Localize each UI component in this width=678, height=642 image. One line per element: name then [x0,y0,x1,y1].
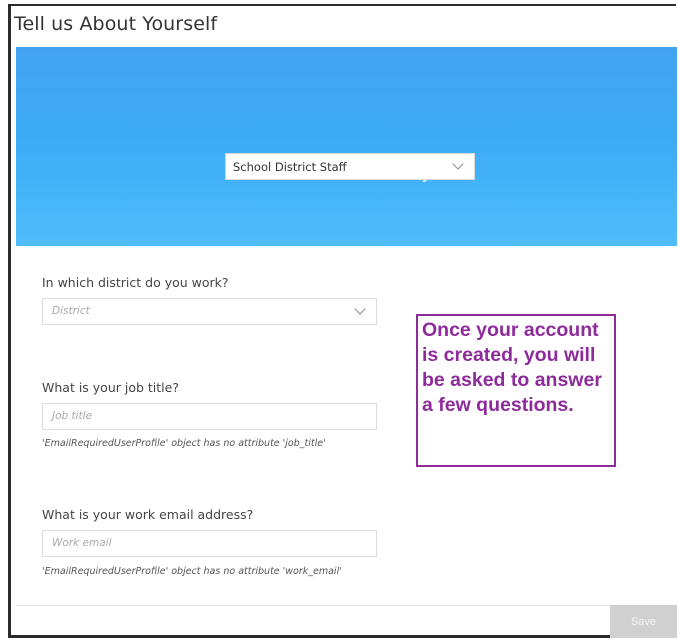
chevron-down-icon [354,303,366,315]
job-title-error: 'EmailRequiredUserProfile' object has no… [42,438,326,449]
info-callout: Once your account is created, you will b… [416,314,616,467]
chevron-down-icon [452,158,464,170]
work-email-placeholder: Work email [52,537,112,549]
work-email-input[interactable]: Work email [42,530,377,557]
job-title-input[interactable]: Job title [42,403,377,430]
role-select[interactable]: School District Staff [225,153,475,180]
save-button[interactable]: Save [610,605,677,638]
work-email-label: What is your work email address? [42,507,254,522]
role-select-value: School District Staff [233,160,347,174]
hero-banner: Which best describes you? School Distric… [16,47,677,246]
footer-divider [16,605,610,606]
district-placeholder: District [52,305,90,317]
district-label: In which district do you work? [42,275,229,290]
job-title-placeholder: Job title [52,410,93,422]
job-title-label: What is your job title? [42,380,179,395]
work-email-error: 'EmailRequiredUserProfile' object has no… [42,566,342,577]
dialog-title: Tell us About Yourself [14,13,218,35]
district-select[interactable]: District [42,298,377,325]
